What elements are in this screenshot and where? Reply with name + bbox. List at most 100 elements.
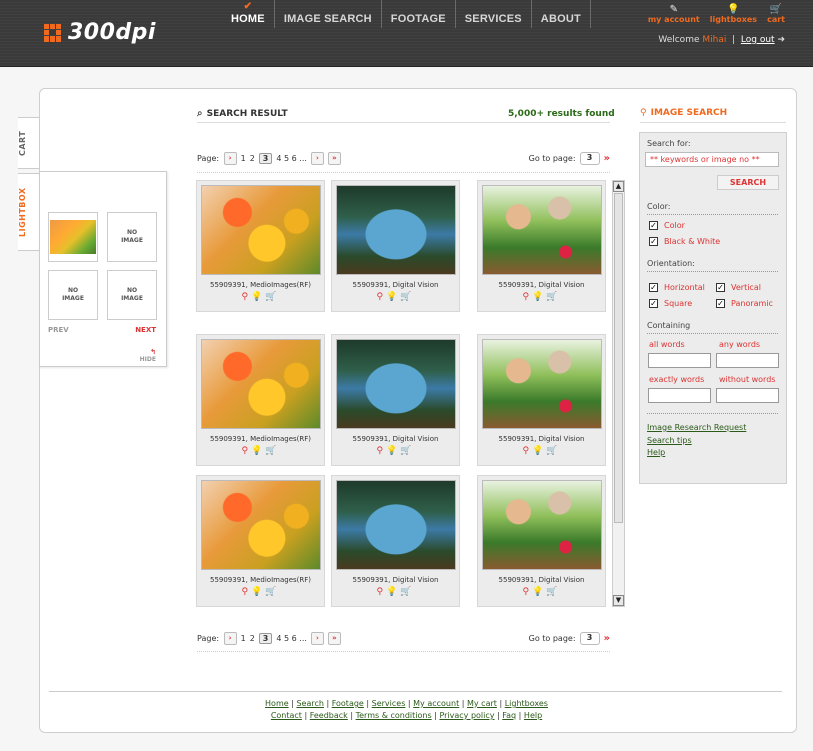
scroll-down-icon[interactable]: ▼	[613, 595, 624, 606]
footer-home-link[interactable]: Home	[265, 699, 289, 708]
checkbox-checked-icon[interactable]: ✓	[716, 299, 725, 308]
zoom-icon[interactable]: ⚲	[241, 292, 251, 302]
result-card[interactable]: 55909391, MedioImages(RF) ⚲💡🛒	[196, 475, 325, 607]
orientation-horizontal[interactable]: ✓ Horizontal	[649, 283, 705, 292]
footer-search-link[interactable]: Search	[296, 699, 323, 708]
result-image[interactable]	[482, 339, 602, 429]
result-image[interactable]	[201, 185, 321, 275]
color-option-color[interactable]: ✓ Color	[649, 221, 685, 230]
checkbox-checked-icon[interactable]: ✓	[649, 221, 658, 230]
lightbox-add-icon[interactable]: 💡	[532, 587, 546, 597]
add-to-cart-icon[interactable]: 🛒	[546, 446, 560, 456]
next-page-button[interactable]: ›	[310, 631, 324, 645]
zoom-icon[interactable]: ⚲	[522, 292, 532, 302]
lightbox-empty-slot[interactable]: NO IMAGE	[48, 270, 98, 320]
checkbox-checked-icon[interactable]: ✓	[649, 299, 658, 308]
add-to-cart-icon[interactable]: 🛒	[265, 292, 279, 302]
nav-about[interactable]: ABOUT	[532, 0, 591, 28]
results-scroll-area[interactable]: 55909391, MedioImages(RF) ⚲💡🛒 55909391, …	[196, 179, 626, 607]
lightbox-add-icon[interactable]: 💡	[386, 587, 400, 597]
last-page-button[interactable]: »	[327, 631, 341, 645]
search-tips-link[interactable]: Search tips	[647, 436, 692, 445]
result-card[interactable]: 55909391, MedioImages(RF) ⚲💡🛒	[196, 334, 325, 466]
add-to-cart-icon[interactable]: 🛒	[546, 587, 560, 597]
zoom-icon[interactable]: ⚲	[241, 587, 251, 597]
page-links-more[interactable]: 4 5 6 ...	[276, 154, 307, 163]
scroll-thumb[interactable]	[614, 193, 623, 523]
tab-cart[interactable]: CART	[18, 117, 40, 169]
page-links-more[interactable]: 4 5 6 ...	[276, 634, 307, 643]
result-image[interactable]	[336, 339, 456, 429]
nav-image-search[interactable]: IMAGE SEARCH	[275, 0, 382, 28]
last-page-button[interactable]: »	[327, 151, 341, 165]
result-card[interactable]: 55909391, Digital Vision ⚲💡🛒	[331, 334, 460, 466]
lightbox-empty-slot[interactable]: NO IMAGE	[107, 212, 157, 262]
page-link[interactable]: 1	[241, 634, 246, 643]
footer-terms-link[interactable]: Terms & conditions	[356, 711, 432, 720]
goto-arrow-icon[interactable]: »	[604, 633, 610, 644]
result-image[interactable]	[482, 480, 602, 570]
result-image[interactable]	[482, 185, 602, 275]
lightbox-add-icon[interactable]: 💡	[532, 292, 546, 302]
footer-privacy-link[interactable]: Privacy policy	[439, 711, 494, 720]
without-words-input[interactable]	[716, 388, 779, 403]
add-to-cart-icon[interactable]: 🛒	[400, 446, 414, 456]
result-card[interactable]: 55909391, Digital Vision ⚲💡🛒	[477, 334, 606, 466]
footer-faq-link[interactable]: Faq	[502, 711, 516, 720]
footer-my-cart-link[interactable]: My cart	[467, 699, 497, 708]
add-to-cart-icon[interactable]: 🛒	[400, 292, 414, 302]
cart-link[interactable]: 🛒 cart	[767, 4, 785, 24]
result-card[interactable]: 55909391, Digital Vision ⚲💡🛒	[477, 475, 606, 607]
prev-page-button[interactable]: ›	[223, 151, 237, 165]
result-card[interactable]: 55909391, Digital Vision ⚲💡🛒	[477, 180, 606, 312]
lightboxes-link[interactable]: 💡 lightboxes	[710, 4, 757, 24]
goto-arrow-icon[interactable]: »	[604, 153, 610, 164]
footer-services-link[interactable]: Services	[372, 699, 406, 708]
color-option-bw[interactable]: ✓ Black & White	[649, 237, 720, 246]
result-image[interactable]	[201, 480, 321, 570]
zoom-icon[interactable]: ⚲	[376, 587, 386, 597]
goto-page-input[interactable]: 3	[579, 151, 600, 165]
nav-services[interactable]: SERVICES	[456, 0, 532, 28]
image-research-request-link[interactable]: Image Research Request	[647, 423, 746, 432]
zoom-icon[interactable]: ⚲	[376, 292, 386, 302]
zoom-icon[interactable]: ⚲	[522, 587, 532, 597]
lightbox-next[interactable]: NEXT	[135, 326, 156, 334]
footer-help-link[interactable]: Help	[524, 711, 542, 720]
page-link[interactable]: 2	[250, 154, 255, 163]
exactly-words-input[interactable]	[648, 388, 711, 403]
result-card[interactable]: 55909391, Digital Vision ⚲💡🛒	[331, 475, 460, 607]
orientation-square[interactable]: ✓ Square	[649, 299, 692, 308]
result-image[interactable]	[201, 339, 321, 429]
orientation-vertical[interactable]: ✓ Vertical	[716, 283, 761, 292]
footer-lightboxes-link[interactable]: Lightboxes	[505, 699, 548, 708]
page-link[interactable]: 1	[241, 154, 246, 163]
result-image[interactable]	[336, 185, 456, 275]
tab-lightbox[interactable]: LIGHTBOX	[18, 173, 40, 251]
zoom-icon[interactable]: ⚲	[522, 446, 532, 456]
add-to-cart-icon[interactable]: 🛒	[400, 587, 414, 597]
checkbox-checked-icon[interactable]: ✓	[649, 237, 658, 246]
search-button[interactable]: SEARCH	[717, 175, 779, 190]
next-page-button[interactable]: ›	[310, 151, 324, 165]
result-card[interactable]: 55909391, MedioImages(RF) ⚲💡🛒	[196, 180, 325, 312]
lightbox-hide[interactable]: ↰ HIDE	[140, 348, 156, 363]
nav-footage[interactable]: FOOTAGE	[382, 0, 456, 28]
page-link[interactable]: 2	[250, 634, 255, 643]
nav-home[interactable]: ✔ HOME	[222, 0, 275, 28]
user-name[interactable]: Mihai	[702, 35, 726, 45]
lightbox-add-icon[interactable]: 💡	[386, 446, 400, 456]
scroll-up-icon[interactable]: ▲	[613, 181, 624, 192]
lightbox-add-icon[interactable]: 💡	[532, 446, 546, 456]
checkbox-checked-icon[interactable]: ✓	[649, 283, 658, 292]
lightbox-thumb[interactable]	[48, 212, 98, 262]
search-input[interactable]: ** keywords or image no **	[645, 152, 779, 167]
orientation-panoramic[interactable]: ✓ Panoramic	[716, 299, 773, 308]
any-words-input[interactable]	[716, 353, 779, 368]
add-to-cart-icon[interactable]: 🛒	[265, 587, 279, 597]
add-to-cart-icon[interactable]: 🛒	[265, 446, 279, 456]
checkbox-checked-icon[interactable]: ✓	[716, 283, 725, 292]
footer-my-account-link[interactable]: My account	[413, 699, 459, 708]
results-scrollbar[interactable]: ▲ ▼	[612, 180, 625, 607]
lightbox-empty-slot[interactable]: NO IMAGE	[107, 270, 157, 320]
